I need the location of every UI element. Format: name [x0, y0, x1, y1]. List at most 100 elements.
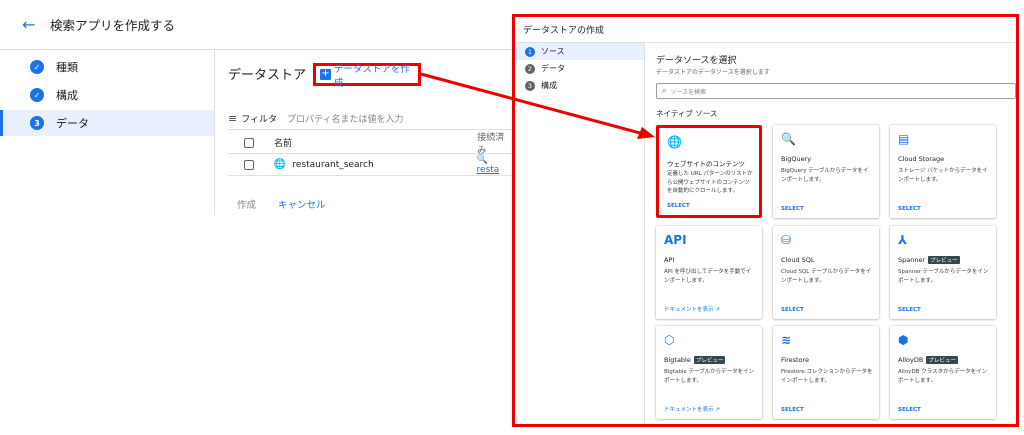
filter-input[interactable]: プロパティ名または値を入力	[287, 112, 403, 125]
dialog-title: データストアの作成	[515, 17, 1016, 43]
check-icon: ✓	[30, 60, 44, 74]
card-name: Spanner プレビュー	[898, 256, 960, 264]
check-icon: ✓	[30, 88, 44, 102]
select-button[interactable]: SELECT	[781, 307, 804, 313]
step-data[interactable]: 3 データ	[0, 110, 214, 136]
step-label: データ	[56, 117, 89, 130]
filter-icon: ≡	[228, 112, 238, 125]
card-title: BigQuery	[781, 155, 812, 163]
datastore-name: restaurant_search	[292, 159, 374, 170]
datastore-header: データストア	[228, 64, 306, 83]
select-source-title: データソースを選択	[656, 56, 737, 66]
add-box-icon: +	[320, 68, 331, 80]
row-name: 🌐 restaurant_search	[274, 159, 477, 170]
search-placeholder: ソースを検索	[670, 88, 707, 96]
select-button[interactable]: SELECT	[898, 307, 921, 313]
card-description: Firestore コレクションからデータをインポートします。	[781, 369, 873, 384]
preview-badge: プレビュー	[928, 256, 960, 264]
dialog-stepper: 1 ソース 2 データ 3 構成	[515, 43, 645, 424]
row-checkbox[interactable]	[244, 159, 254, 170]
view-docs-link[interactable]: ドキュメントを表示 ↗	[664, 305, 720, 313]
cancel-button[interactable]: キャンセル	[278, 197, 326, 211]
card-name: Firestore	[781, 356, 809, 364]
card-name: Bigtable プレビュー	[664, 356, 726, 364]
select-source-subtitle: データストアのデータソースを選択します	[656, 69, 770, 76]
card-description: 定義した URL パターンのリストから公開ウェブサイトのコンテンツを自動的にクロ…	[667, 171, 753, 194]
search-icon: ⌕	[662, 86, 667, 95]
create-datastore-dialog: データストアの作成 1 ソース 2 データ 3 構成 データソースを選択 データ…	[512, 14, 1019, 427]
select-button[interactable]: SELECT	[667, 203, 690, 209]
preview-badge: プレビュー	[926, 356, 958, 364]
card-title: Cloud Storage	[898, 155, 945, 163]
card-description: ストレージ バケットからデータをインポートします。	[898, 168, 988, 183]
filter-bar[interactable]: ≡ フィルタ プロパティ名または値を入力	[228, 108, 513, 130]
source-card[interactable]: 🌐 ウェブサイトのコンテンツ定義した URL パターンのリストから公開ウェブサイト…	[656, 125, 762, 218]
card-title: ウェブサイトのコンテンツ	[667, 160, 745, 168]
source-card[interactable]: ▤ Cloud Storage ストレージ バケットからデータをインポートします。 S…	[890, 125, 996, 218]
card-name: Cloud Storage	[898, 155, 944, 163]
page-title: 検索アプリを作成する	[50, 18, 176, 33]
create-datastore-label: データストアを作成	[333, 63, 410, 89]
card-title: API	[664, 256, 675, 264]
card-name: API	[664, 256, 674, 264]
step-config[interactable]: ✓ 構成	[0, 82, 214, 108]
dialog-main: データソースを選択 データストアのデータソースを選択します ⌕ ソースを検索 ネ…	[646, 43, 1016, 424]
spanner-icon: ⅄	[898, 233, 908, 247]
source-card[interactable]: ⛁ Cloud SQL Cloud SQL テーブルからデータをインポートします。 S…	[773, 226, 879, 319]
source-card[interactable]: ⬡ Bigtable プレビュー Bigtable テーブルからデータをインポートしま…	[656, 326, 762, 419]
globe-icon: 🌐	[273, 159, 287, 170]
source-card[interactable]: 🔍 BigQuery BigQuery テーブルからデータをインポートします。 SEL…	[773, 125, 879, 218]
step-type[interactable]: ✓ 種類	[0, 54, 214, 80]
step-label: データ	[541, 64, 565, 73]
dialog-step-config[interactable]: 3 構成	[515, 77, 644, 94]
select-all-checkbox[interactable]	[244, 137, 254, 148]
datastore-title: データストア	[228, 68, 307, 83]
source-card[interactable]: ⬢ AlloyDB プレビュー AlloyDB クラスタからデータをインポートします。…	[890, 326, 996, 419]
source-card[interactable]: API API API を呼び出してデータを手動でインポートします。 ドキュメントを表…	[656, 226, 762, 319]
dialog-step-data[interactable]: 2 データ	[515, 60, 644, 77]
source-card[interactable]: ≋ Firestore Firestore コレクションからデータをインポートします…	[773, 326, 879, 419]
row-connected[interactable]: 🔍 resta	[477, 155, 513, 175]
card-title: Cloud SQL	[781, 256, 815, 264]
source-search-input[interactable]: ⌕ ソースを検索	[656, 83, 1016, 99]
filter-label: フィルタ	[241, 115, 278, 125]
dialog-step-source[interactable]: 1 ソース	[515, 43, 644, 60]
table-header: 名前 接続済み	[228, 132, 513, 156]
view-docs-link[interactable]: ドキュメントを表示 ↗	[664, 405, 720, 413]
bottom-actions: 作成 キャンセル	[237, 197, 326, 211]
source-card[interactable]: ⅄ Spanner プレビュー Spanner テーブルからデータをインポートします。…	[890, 226, 996, 319]
arrow-left-icon[interactable]: ←	[22, 15, 50, 34]
column-connected: 接続済み	[477, 132, 505, 156]
card-name: AlloyDB プレビュー	[898, 356, 958, 364]
select-button[interactable]: SELECT	[781, 407, 804, 413]
globe-icon: 🌐	[667, 135, 682, 149]
connected-app-link[interactable]: resta	[477, 165, 500, 175]
select-button[interactable]: SELECT	[781, 206, 804, 212]
create-datastore-button[interactable]: + データストアを作成	[313, 63, 421, 89]
step-number: 3	[30, 116, 44, 130]
card-title: Spanner	[898, 256, 926, 264]
card-title: Bigtable	[664, 356, 691, 364]
preview-badge: プレビュー	[693, 356, 726, 364]
card-description: BigQuery テーブルからデータをインポートします。	[781, 168, 869, 183]
card-title: AlloyDB	[898, 356, 924, 364]
card-title: Firestore	[781, 356, 810, 364]
card-name: Cloud SQL	[781, 256, 815, 264]
select-button[interactable]: SELECT	[898, 206, 921, 212]
alloydb-icon: ⬢	[898, 333, 909, 347]
step-label: 構成	[541, 81, 557, 90]
create-button[interactable]: 作成	[237, 197, 256, 211]
step-number: 2	[525, 63, 535, 74]
stepper: ✓ 種類 ✓ 構成 3 データ	[0, 50, 215, 215]
cloud-storage-icon: ▤	[898, 132, 910, 146]
step-label: 構成	[56, 89, 78, 102]
step-number: 3	[525, 80, 535, 91]
step-label: 種類	[56, 61, 78, 74]
cloud-sql-icon: ⛁	[781, 233, 792, 247]
card-description: Spanner テーブルからデータをインポートします。	[898, 269, 989, 284]
select-button[interactable]: SELECT	[898, 407, 921, 413]
card-name: ウェブサイトのコンテンツ	[667, 158, 745, 168]
table-row: 🌐 restaurant_search 🔍 resta	[228, 154, 513, 176]
column-name: 名前	[273, 139, 292, 149]
card-description: AlloyDB クラスタからデータをインポートします。	[898, 369, 988, 384]
